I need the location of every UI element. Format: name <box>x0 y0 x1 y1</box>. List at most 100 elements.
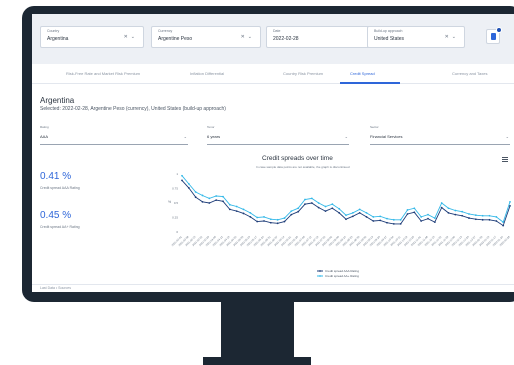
data-point <box>468 217 470 219</box>
y-tick-label: 0.75 <box>172 187 178 191</box>
data-point <box>304 198 306 201</box>
data-point <box>358 208 361 211</box>
monitor-base <box>203 357 311 365</box>
data-point <box>447 207 450 210</box>
data-point <box>365 216 368 218</box>
legend-marker <box>319 275 321 277</box>
data-point <box>304 203 306 206</box>
y-tick-label: 0 <box>176 230 178 234</box>
footer-text: Last Data • Sources <box>40 286 71 290</box>
y-tick-label: 0.5 <box>174 201 179 205</box>
data-point <box>358 211 361 214</box>
data-point <box>187 187 190 189</box>
footer-divider <box>32 284 514 285</box>
data-point <box>228 208 231 211</box>
data-point <box>283 220 286 223</box>
data-point <box>269 221 272 224</box>
data-point <box>399 222 402 225</box>
data-point <box>208 197 211 200</box>
data-point <box>488 218 491 221</box>
data-point <box>440 206 443 209</box>
data-point <box>433 221 436 224</box>
data-point <box>242 208 245 211</box>
data-point <box>276 222 279 225</box>
data-point <box>495 220 498 222</box>
data-point <box>276 218 279 221</box>
data-point <box>447 211 450 214</box>
data-point <box>310 202 313 204</box>
data-point <box>317 202 320 204</box>
data-point <box>509 205 511 207</box>
data-point <box>297 207 300 210</box>
data-point <box>181 179 183 182</box>
data-point <box>215 199 218 202</box>
screen: Country Argentina ✕⌄ Currency Argentine … <box>32 14 514 292</box>
data-point <box>386 217 388 220</box>
legend-entry: Credit spread AA+ Rating <box>325 274 359 278</box>
data-point <box>413 207 416 210</box>
data-point <box>310 197 313 200</box>
data-point <box>290 213 293 216</box>
data-point <box>392 218 395 221</box>
legend-marker <box>319 270 321 272</box>
data-point <box>372 220 375 222</box>
data-point <box>379 219 382 222</box>
data-point <box>502 224 505 227</box>
data-point <box>406 213 409 215</box>
data-point <box>461 210 464 213</box>
data-point <box>263 216 265 218</box>
data-point <box>392 222 395 225</box>
data-point <box>365 211 368 214</box>
data-point <box>351 215 354 218</box>
data-point <box>324 210 327 213</box>
y-tick-label: 1 <box>176 172 178 176</box>
data-point <box>256 216 259 219</box>
data-point <box>317 206 320 209</box>
data-point <box>194 196 197 199</box>
data-point <box>249 211 252 214</box>
monitor-stand <box>221 302 294 357</box>
data-point <box>386 221 388 224</box>
data-point <box>420 220 423 222</box>
data-point <box>338 207 341 210</box>
data-point <box>338 211 341 214</box>
data-point <box>324 205 327 208</box>
y-tick-label: 0.25 <box>172 216 178 220</box>
data-point <box>454 209 457 212</box>
data-point <box>290 210 293 213</box>
data-point <box>420 216 423 218</box>
y-axis-label: % <box>168 200 171 204</box>
data-point <box>488 214 491 217</box>
data-point <box>297 210 300 213</box>
data-point <box>269 218 272 221</box>
data-point <box>399 218 402 221</box>
data-point <box>481 214 484 217</box>
data-point <box>222 200 224 203</box>
legend-entry: Credit spread AAA Rating <box>325 269 359 273</box>
data-point <box>427 217 429 220</box>
data-point <box>187 182 190 185</box>
data-point <box>345 218 347 221</box>
data-point <box>509 200 511 203</box>
data-point <box>413 211 416 214</box>
data-point <box>433 217 436 219</box>
data-point <box>331 207 334 210</box>
credit-spread-chart: 00.250.50.751%2021-03-012021-03-082021-0… <box>168 172 511 278</box>
data-point <box>345 214 347 217</box>
data-point <box>228 203 231 206</box>
data-point <box>201 200 204 203</box>
data-point <box>256 220 259 223</box>
data-point <box>208 202 211 204</box>
data-point <box>468 213 470 215</box>
data-point <box>263 220 265 222</box>
data-point <box>379 215 382 218</box>
data-point <box>249 216 252 218</box>
data-point <box>222 195 224 198</box>
data-point <box>283 217 286 219</box>
data-point <box>235 210 238 213</box>
data-point <box>474 218 477 221</box>
data-point <box>331 203 334 206</box>
data-point <box>427 213 429 216</box>
data-point <box>406 209 409 211</box>
data-point <box>495 216 498 218</box>
